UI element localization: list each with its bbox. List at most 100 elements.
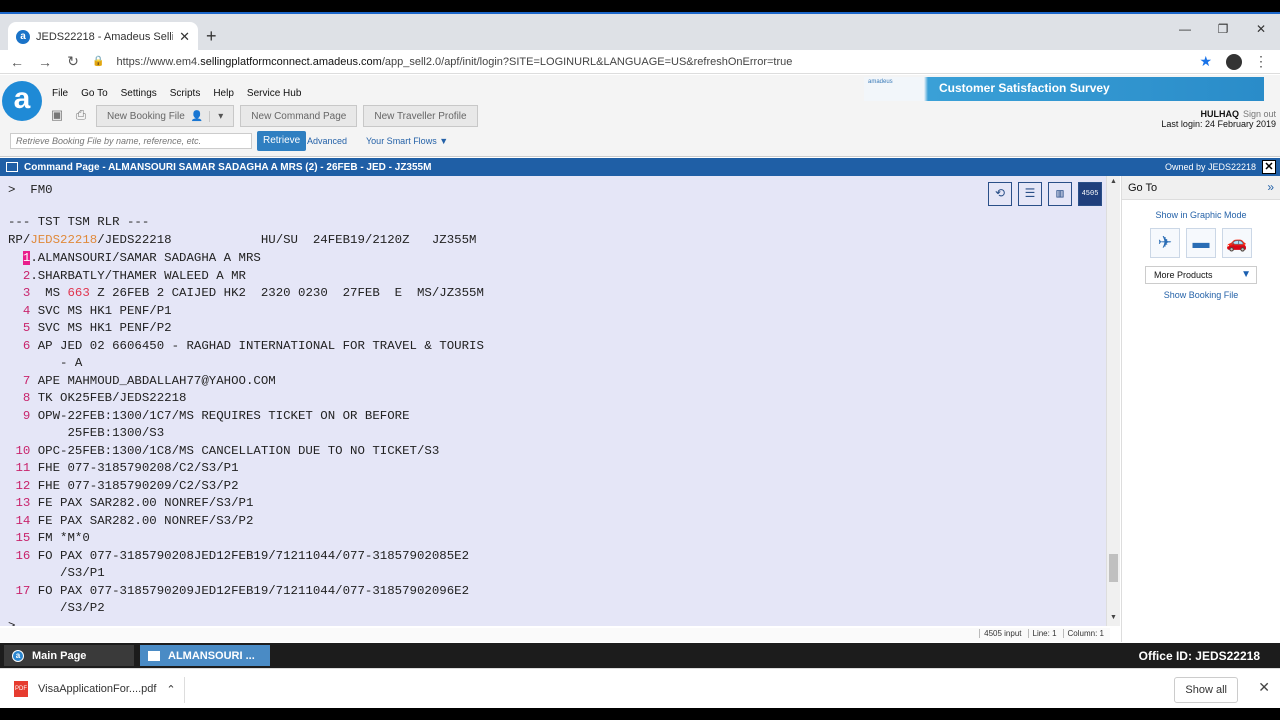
bottom-black-strip [0,708,1280,720]
sign-out-link[interactable]: Sign out [1243,109,1276,119]
maximize-icon[interactable]: ❐ [1204,22,1242,36]
booking-search-input[interactable] [10,133,252,149]
scroll-up-icon[interactable]: ▲ [1110,178,1117,185]
pnr-line: 5 SVC MS HK1 PENF/P2 [8,320,172,337]
pnr-line: 14 FE PAX SAR282.00 NONREF/S3/P2 [8,513,253,530]
new-tab-button[interactable]: + [206,26,217,47]
command-page-icon [6,162,18,172]
split-vertical-icon[interactable]: ▥ [1048,182,1072,206]
split-horizontal-icon[interactable]: ☰ [1018,182,1042,206]
terminal-toolbar: ⟲ ☰ ▥ 4505 [988,182,1102,206]
menu-scripts[interactable]: Scripts [170,88,201,99]
survey-text: Customer Satisfaction Survey [939,81,1110,95]
collapse-panel-icon[interactable]: » [1267,180,1274,194]
terminal-scrollbar[interactable]: ▲ ▼ [1106,176,1120,626]
lock-icon[interactable]: 🔒 [92,56,104,67]
download-bar: PDF VisaApplicationFor....pdf ⌃ Show all… [0,668,1280,708]
new-traveller-profile-button[interactable]: New Traveller Profile [363,105,478,127]
car-icon[interactable]: 🚗 [1222,228,1252,258]
browser-tab[interactable]: a JEDS22218 - Amadeus Selling Pla ✕ [8,22,198,52]
input-status: 4505 input [979,629,1022,638]
chevron-up-icon[interactable]: ⌃ [166,683,175,696]
new-command-page-button[interactable]: New Command Page [240,105,358,127]
flight-icon[interactable]: ✈ [1150,228,1180,258]
pnr-line: 4 SVC MS HK1 PENF/P1 [8,303,172,320]
minimize-icon[interactable]: — [1166,22,1204,36]
pnr-line-text: OPW-22FEB:1300/1C7/MS REQUIRES TICKET ON… [30,408,410,423]
advanced-link[interactable]: Advanced [307,136,347,146]
close-page-icon[interactable]: ✕ [1262,160,1276,174]
browser-menu-icon[interactable]: ⋮ [1254,53,1268,70]
amadeus-favicon-icon: a [16,30,30,44]
pnr-line-number: 13 [15,496,31,510]
top-black-strip [0,0,1280,12]
pnr-line: 3 MS 663 Z 26FEB 2 CAIJED HK2 2320 0230 … [8,285,484,302]
pnr-line-number: 10 [15,443,31,458]
menu-settings[interactable]: Settings [121,88,157,99]
new-booking-file-button[interactable]: New Booking File 👤 ▾ [96,105,235,127]
chevron-down-icon: ▼ [1241,269,1251,280]
pnr-line: 15 FM *M*0 [8,530,89,547]
menu-help[interactable]: Help [213,88,234,99]
scroll-thumb[interactable] [1109,554,1118,582]
smart-flows-dropdown[interactable]: Your Smart Flows ▼ [366,136,448,146]
pnr-line-text: FE PAX SAR282.00 NONREF/S3/P1 [30,496,254,510]
show-booking-file-link[interactable]: Show Booking File [1122,290,1280,300]
username: HULHAQ [1200,109,1239,119]
column-status: Column: 1 [1062,629,1104,638]
forward-arrow-icon[interactable]: → [34,54,56,70]
show-all-button[interactable]: Show all [1174,677,1238,703]
reload-icon[interactable]: ↻ [62,53,84,70]
address-bar: ← → ↻ 🔒 https://www.em4.sellingplatformc… [0,50,1280,74]
pnr-line: 2.SHARBATLY/THAMER WALEED A MR [8,268,246,285]
pnr-line-text: FO PAX 077-3185790209JED12FEB19/71211044… [30,583,470,598]
history-icon[interactable]: ⟲ [988,182,1012,206]
scroll-down-icon[interactable]: ▼ [1110,614,1117,621]
more-products-dropdown[interactable]: More Products ▼ [1145,266,1257,284]
pnr-line-text: .ALMANSOURI/SAMAR SADAGHA A MRS [30,251,261,265]
pnr-line-number: 16 [15,548,31,563]
office-badge-icon[interactable]: 4505 [1078,182,1102,206]
download-item[interactable]: PDF VisaApplicationFor....pdf ⌃ [14,681,176,697]
amadeus-logo[interactable]: a [2,81,42,121]
chevron-down-icon[interactable]: ▾ [209,110,223,122]
print-icon[interactable]: ⎙ [72,107,90,125]
profile-avatar-icon[interactable] [1226,53,1242,70]
command-terminal[interactable]: ⟲ ☰ ▥ 4505 > FM0 --- TST TSM RLR --- RP/… [0,176,1110,626]
pnr-line: 16 FO PAX 077-3185790208JED12FEB19/71211… [8,548,469,565]
url-field[interactable]: https://www.em4.sellingplatformconnect.a… [116,56,1199,68]
survey-banner[interactable]: amadeus Customer Satisfaction Survey [864,77,1264,101]
retrieve-button[interactable]: Retrieve [257,131,307,151]
amadeus-small-icon: a [12,649,24,662]
task-main-page[interactable]: a Main Page [4,645,134,666]
menu-file[interactable]: File [52,88,68,99]
save-icon[interactable]: ▣ [48,107,66,125]
pnr-line-text: .SHARBATLY/THAMER WALEED A MR [30,268,246,283]
menu-service-hub[interactable]: Service Hub [247,88,301,99]
pnr-line: 17 FO PAX 077-3185790209JED12FEB19/71211… [8,583,469,600]
close-window-icon[interactable]: ✕ [1242,22,1280,36]
pnr-line: 7 APE MAHMOUD_ABDALLAH77@YAHOO.COM [8,373,276,390]
pnr-line-text: APE MAHMOUD_ABDALLAH77@YAHOO.COM [30,373,276,388]
office-id: Office ID: JEDS22218 [1138,649,1260,663]
pnr-line-text: FHE 077-3185790209/C2/S3/P2 [30,478,239,493]
back-arrow-icon[interactable]: ← [6,54,28,70]
pnr-line-text: FO PAX 077-3185790208JED12FEB19/71211044… [30,548,470,563]
pnr-line: 9 OPW-22FEB:1300/1C7/MS REQUIRES TICKET … [8,408,410,425]
terminal-statusbar: 4505 input Line: 1 Column: 1 [0,628,1110,642]
command-page-titlebar: Command Page - ALMANSOURI SAMAR SADAGHA … [0,158,1280,176]
window-controls: — ❐ ✕ [1166,22,1280,36]
pnr-line-text: SVC MS HK1 PENF/P2 [30,321,172,335]
menu-goto[interactable]: Go To [81,88,108,99]
pnr-line: 6 AP JED 02 6606450 - RAGHAD INTERNATION… [8,338,484,355]
pnr-line-text: AP JED 02 6606450 - RAGHAD INTERNATIONAL… [30,338,484,353]
pnr-line: 8 TK OK25FEB/JEDS22218 [8,390,187,407]
show-graphic-mode-link[interactable]: Show in Graphic Mode [1122,210,1280,220]
pnr-line: 13 FE PAX SAR282.00 NONREF/S3/P1 [8,495,253,512]
close-tab-icon[interactable]: ✕ [179,29,190,45]
hotel-icon[interactable]: ▬ [1186,228,1216,258]
pnr-line-number: 14 [15,513,31,528]
close-download-bar-icon[interactable]: ✕ [1258,679,1270,696]
bookmark-star-icon[interactable]: ★ [1199,53,1212,70]
task-almansouri[interactable]: ALMANSOURI ... [140,645,270,666]
